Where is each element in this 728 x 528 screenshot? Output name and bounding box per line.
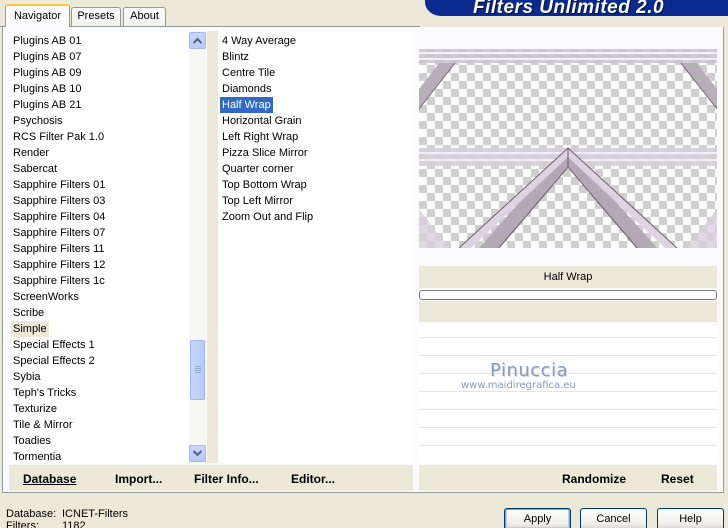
filter-item[interactable]: Pizza Slice Mirror	[220, 145, 310, 161]
category-item[interactable]: Special Effects 1	[11, 337, 97, 353]
list-divider	[207, 31, 218, 463]
scroll-down-button[interactable]	[189, 445, 206, 462]
parameter-header	[419, 301, 717, 321]
status-filters-label: Filters:	[6, 520, 39, 528]
category-item[interactable]: Simple	[11, 321, 49, 337]
scroll-thumb[interactable]	[190, 340, 205, 400]
category-item[interactable]: Plugins AB 01	[11, 33, 84, 49]
status-database-value: ICNET-Filters	[62, 508, 128, 520]
category-item[interactable]: Special Effects 2	[11, 353, 97, 369]
apply-button[interactable]: Apply	[504, 508, 571, 528]
category-item[interactable]: Sapphire Filters 1c	[11, 273, 107, 289]
tab-navigator[interactable]: Navigator	[5, 4, 70, 27]
filter-item[interactable]: Diamonds	[220, 81, 274, 97]
status-database-label: Database:	[6, 508, 57, 520]
filter-item[interactable]: Half Wrap	[220, 97, 273, 113]
status-filters-value: 1182	[62, 520, 86, 528]
category-item[interactable]: Sapphire Filters 07	[11, 225, 107, 241]
cancel-button[interactable]: Cancel	[580, 508, 647, 528]
filter-item[interactable]: 4 Way Average	[220, 33, 298, 49]
navigator-toolbar: Database Import... Filter Info... Editor…	[9, 465, 413, 491]
chevron-down-icon	[193, 450, 202, 457]
import-button[interactable]: Import...	[115, 472, 162, 486]
editor-button[interactable]: Editor...	[291, 472, 335, 486]
category-item[interactable]: Sapphire Filters 04	[11, 209, 107, 225]
status-filters: Filters: 1182	[6, 520, 86, 528]
banner-title: Filters Unlimited 2.0	[473, 0, 665, 18]
filter-item[interactable]: Top Bottom Wrap	[220, 177, 309, 193]
category-item[interactable]: Psychosis	[11, 113, 65, 129]
category-item[interactable]: Plugins AB 07	[11, 49, 84, 65]
tab-about[interactable]: About	[123, 7, 166, 26]
filter-item[interactable]: Top Left Mirror	[220, 193, 295, 209]
filter-item[interactable]: Centre Tile	[220, 65, 277, 81]
parameter-row	[419, 321, 717, 337]
category-item[interactable]: Tile & Mirror	[11, 417, 74, 433]
category-item[interactable]: Texturize	[11, 401, 59, 417]
category-item[interactable]: Sabercat	[11, 161, 59, 177]
category-item[interactable]: ScreenWorks	[11, 289, 81, 305]
watermark-url: www.maidiregrafica.eu	[461, 380, 576, 391]
watermark-name: Pinuccia	[490, 360, 569, 381]
category-item[interactable]: Plugins AB 09	[11, 65, 84, 81]
reset-button[interactable]: Reset	[661, 472, 694, 486]
filter-item[interactable]: Left Right Wrap	[220, 129, 300, 145]
title-banner: Filters Unlimited 2.0	[425, 0, 728, 18]
parameter-row	[419, 445, 717, 463]
preview-toolbar: Randomize Reset	[419, 465, 717, 491]
category-item[interactable]: Plugins AB 21	[11, 97, 84, 113]
category-item[interactable]: Sybia	[11, 369, 43, 385]
parameter-row	[419, 427, 717, 443]
category-item[interactable]: Sapphire Filters 03	[11, 193, 107, 209]
progress-bar	[419, 290, 717, 300]
category-item[interactable]: Plugins AB 10	[11, 81, 84, 97]
filter-info-button[interactable]: Filter Info...	[194, 472, 259, 486]
tab-presets[interactable]: Presets	[71, 7, 121, 26]
category-scrollbar[interactable]	[189, 31, 206, 463]
database-button[interactable]: Database	[23, 472, 76, 486]
filter-item[interactable]: Quarter corner	[220, 161, 296, 177]
category-item[interactable]: Teph's Tricks	[11, 385, 78, 401]
filter-list[interactable]: 4 Way Average Blintz Centre Tile Diamonds Ha…	[220, 33, 412, 463]
help-button[interactable]: Help	[657, 508, 724, 528]
parameter-row	[419, 337, 717, 353]
category-item[interactable]: Sapphire Filters 12	[11, 257, 107, 273]
filter-name-label: Half Wrap	[419, 266, 717, 288]
scroll-up-button[interactable]	[189, 32, 206, 49]
category-item[interactable]: Sapphire Filters 01	[11, 177, 107, 193]
chevron-up-icon	[193, 37, 202, 44]
category-list[interactable]: Plugins AB 01 Plugins AB 07 Plugins AB 09 P…	[10, 33, 188, 463]
filter-item[interactable]: Blintz	[220, 49, 251, 65]
category-item[interactable]: Render	[11, 145, 51, 161]
status-database: Database: ICNET-Filters	[6, 508, 128, 520]
category-item[interactable]: Sapphire Filters 11	[11, 241, 107, 257]
category-item[interactable]: Tormentia	[11, 449, 63, 463]
filter-item[interactable]: Zoom Out and Flip	[220, 209, 315, 225]
category-item[interactable]: Scribe	[11, 305, 46, 321]
preview-image	[419, 49, 717, 248]
randomize-button[interactable]: Randomize	[562, 472, 626, 486]
category-item[interactable]: RCS Filter Pak 1.0	[11, 129, 106, 145]
category-item[interactable]: Toadies	[11, 433, 53, 449]
parameter-row	[419, 409, 717, 425]
parameter-row	[419, 391, 717, 407]
filter-item[interactable]: Horizontal Grain	[220, 113, 303, 129]
